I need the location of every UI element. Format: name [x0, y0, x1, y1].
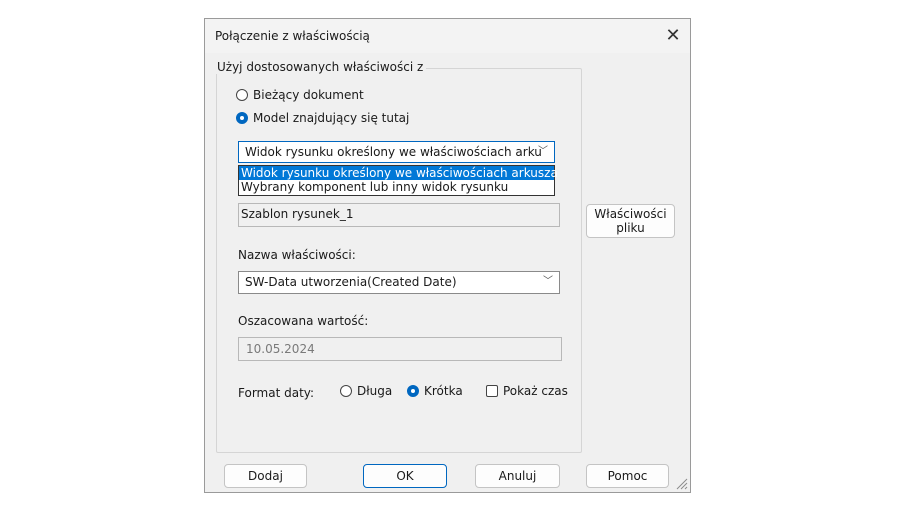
property-name-label: Nazwa właściwości:: [238, 248, 356, 262]
show-time-label: Pokaż czas: [503, 384, 568, 398]
property-name-combo[interactable]: SW-Data utworzenia(Created Date) ﹀: [238, 271, 560, 294]
dropdown-option-selected-component[interactable]: Wybrany komponent lub inny widok rysunku: [239, 180, 554, 194]
chevron-down-icon[interactable]: ﹀: [543, 272, 553, 292]
view-source-combo-value: Widok rysunku określony we właściwościac…: [245, 145, 542, 159]
estimated-value: 10.05.2024: [246, 342, 315, 356]
date-format-label: Format daty:: [238, 386, 315, 400]
title-bar: Połączenie z właściwością ✕: [205, 19, 690, 53]
chevron-down-icon[interactable]: ﹀: [538, 142, 548, 162]
property-name-value: SW-Data utworzenia(Created Date): [245, 275, 457, 289]
view-source-combo[interactable]: Widok rysunku określony we właściwościac…: [238, 141, 555, 163]
add-button[interactable]: Dodaj: [224, 464, 307, 488]
radio-date-long[interactable]: Długa: [340, 384, 392, 398]
radio-current-document-label: Bieżący dokument: [253, 88, 364, 102]
radio-unchecked-icon: [340, 385, 352, 397]
radio-model-here-label: Model znajdujący się tutaj: [253, 111, 410, 125]
radio-unchecked-icon: [236, 89, 248, 101]
radio-checked-icon: [407, 385, 419, 397]
radio-model-here[interactable]: Model znajdujący się tutaj: [236, 111, 409, 125]
template-name-value: Szablon rysunek_1: [241, 207, 354, 221]
cancel-button[interactable]: Anuluj: [475, 464, 560, 488]
file-properties-line2: pliku: [616, 221, 645, 235]
file-properties-line1: Właściwości: [594, 207, 667, 221]
template-name-field: Szablon rysunek_1: [238, 203, 560, 227]
dialog-title: Połączenie z właściwością: [215, 29, 370, 43]
radio-date-short-label: Krótka: [424, 384, 463, 398]
radio-date-short[interactable]: Krótka: [407, 384, 463, 398]
radio-checked-icon: [236, 112, 248, 124]
view-source-dropdown-list: Widok rysunku określony we właściwościac…: [238, 165, 558, 196]
file-properties-button[interactable]: Właściwości pliku: [586, 204, 675, 238]
resize-grip-icon[interactable]: [674, 476, 688, 490]
radio-date-long-label: Długa: [357, 384, 393, 398]
help-button[interactable]: Pomoc: [586, 464, 669, 488]
show-time-checkbox[interactable]: Pokaż czas: [486, 384, 568, 398]
checkbox-unchecked-icon: [486, 385, 498, 397]
close-icon[interactable]: ✕: [656, 19, 690, 53]
estimated-value-field: 10.05.2024: [238, 337, 562, 361]
estimated-value-label: Oszacowana wartość:: [238, 314, 369, 328]
property-link-dialog: Połączenie z właściwością ✕ Użyj dostoso…: [204, 18, 691, 493]
radio-current-document[interactable]: Bieżący dokument: [236, 88, 364, 102]
group-label: Użyj dostosowanych właściwości z: [214, 60, 427, 74]
dropdown-option-sheet-view[interactable]: Widok rysunku określony we właściwościac…: [239, 166, 558, 180]
ok-button[interactable]: OK: [363, 464, 447, 488]
